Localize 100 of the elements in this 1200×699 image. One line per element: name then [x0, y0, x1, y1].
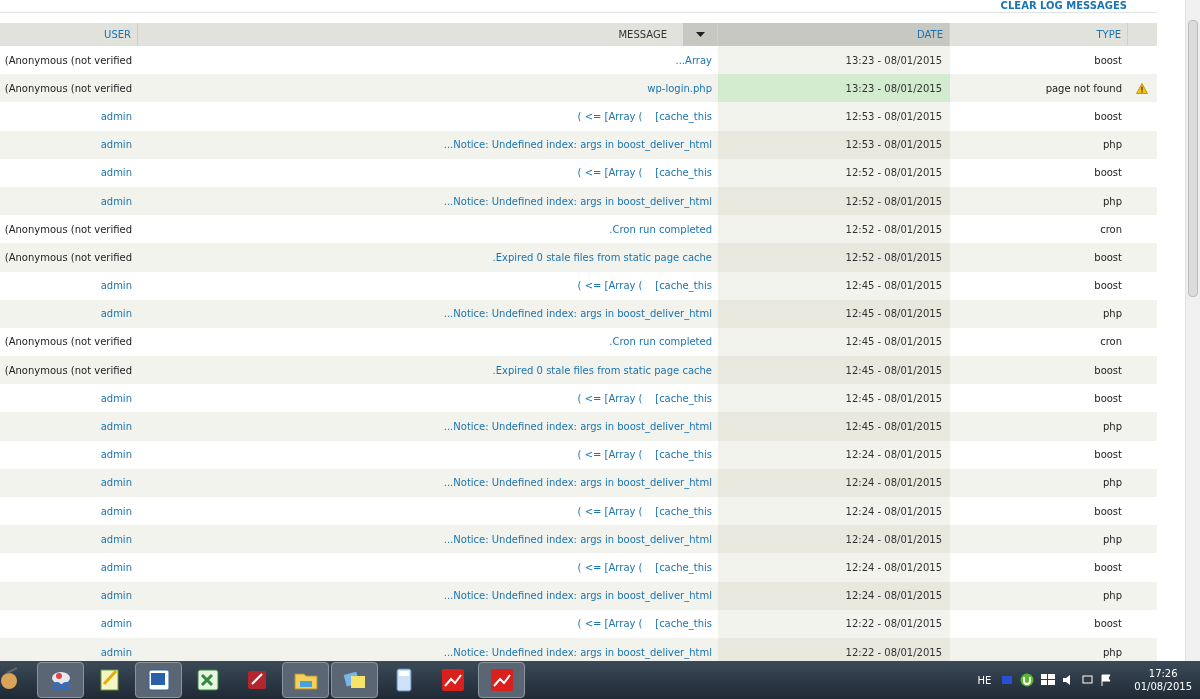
message-link[interactable]: ...Notice: Undefined index: args in boost_deliver_html: [443, 644, 712, 660]
date-text: 12:22 - 08/01/2015: [845, 617, 942, 632]
type-text: cron: [1100, 222, 1122, 237]
user-link[interactable]: admin: [100, 165, 132, 181]
type-text: boost: [1094, 448, 1122, 463]
message-link[interactable]: ( <= [Array ( [cache_this: [577, 559, 712, 575]
type-text: boost: [1094, 391, 1122, 406]
user-link[interactable]: admin: [100, 447, 132, 463]
date-text: 12:53 - 08/01/2015: [845, 109, 942, 124]
date-text: 12:52 - 08/01/2015: [845, 166, 942, 181]
date-text: 12:24 - 08/01/2015: [845, 476, 942, 491]
user-link[interactable]: admin: [100, 390, 132, 406]
date-text: 12:24 - 08/01/2015: [845, 589, 942, 604]
user-link[interactable]: admin: [100, 108, 132, 124]
spreadsheet-icon: [194, 667, 221, 693]
date-text: 12:53 - 08/01/2015: [845, 138, 942, 153]
taskbar-app-button[interactable]: [135, 662, 182, 698]
date-text: 12:45 - 08/01/2015: [845, 307, 942, 322]
user-link[interactable]: admin: [100, 503, 132, 519]
type-text: cron: [1100, 335, 1122, 350]
column-header[interactable]: DATE: [718, 23, 950, 46]
message-link[interactable]: ...Notice: Undefined index: args in boost_deliver_html: [443, 531, 712, 547]
scrollbar[interactable]: [1185, 0, 1200, 661]
message-link[interactable]: .Expired 0 stale files from static page cache: [492, 249, 712, 265]
message-link[interactable]: ...Notice: Undefined index: args in boost_deliver_html: [443, 137, 712, 153]
date-text: 12:24 - 08/01/2015: [845, 532, 942, 547]
message-link[interactable]: ...Notice: Undefined index: args in boost_deliver_html: [443, 588, 712, 604]
user-link[interactable]: admin: [100, 531, 132, 547]
date-text: 12:45 - 08/01/2015: [845, 391, 942, 406]
date-text: 12:52 - 08/01/2015: [845, 194, 942, 209]
date-text: 13:23 - 08/01/2015: [845, 81, 942, 96]
message-link[interactable]: ( <= [Array ( [cache_this: [577, 278, 712, 294]
user-link[interactable]: admin: [100, 616, 132, 632]
clear-log-messages-link[interactable]: CLEAR LOG MESSAGES: [1000, 0, 1127, 12]
user-link[interactable]: admin: [100, 419, 132, 435]
user-text: (Anonymous (not verified: [4, 53, 132, 68]
warning-icon: [1135, 82, 1148, 94]
type-text: boost: [1094, 363, 1122, 378]
type-text: php: [1102, 476, 1122, 491]
message-link[interactable]: ...Notice: Undefined index: args in boost_deliver_html: [443, 193, 712, 209]
message-link[interactable]: ( <= [Array ( [cache_this: [577, 390, 712, 406]
user-link[interactable]: admin: [100, 306, 132, 322]
type-text: php: [1102, 645, 1122, 660]
message-link[interactable]: wp-login.php: [647, 80, 712, 96]
message-link[interactable]: ( <= [Array ( [cache_this: [577, 616, 712, 632]
user-link[interactable]: admin: [100, 278, 132, 294]
message-link[interactable]: ...Notice: Undefined index: args in boost_deliver_html: [443, 419, 712, 435]
type-text: php: [1102, 589, 1122, 604]
clock-time[interactable]: 17:26: [1148, 667, 1178, 680]
type-text: php: [1102, 138, 1122, 153]
user-link[interactable]: admin: [100, 588, 132, 604]
type-text: boost: [1094, 617, 1122, 632]
date-text: 12:24 - 08/01/2015: [845, 504, 942, 519]
message-link[interactable]: ( <= [Array ( [cache_this: [577, 108, 712, 124]
date-text: 12:52 - 08/01/2015: [845, 250, 942, 265]
type-text: php: [1102, 532, 1122, 547]
type-text: boost: [1094, 279, 1122, 294]
user-link[interactable]: admin: [100, 644, 132, 660]
message-link[interactable]: ( <= [Array ( [cache_this: [577, 503, 712, 519]
date-text: 12:22 - 08/01/2015: [845, 645, 942, 660]
type-text: boost: [1094, 560, 1122, 575]
type-text: php: [1102, 307, 1122, 322]
type-text: boost: [1094, 166, 1122, 181]
message-link[interactable]: ...Notice: Undefined index: args in boost_deliver_html: [443, 306, 712, 322]
date-text: 12:52 - 08/01/2015: [845, 222, 942, 237]
date-text: 12:45 - 08/01/2015: [845, 363, 942, 378]
type-text: php: [1102, 194, 1122, 209]
type-text: php: [1102, 420, 1122, 435]
user-link[interactable]: admin: [100, 559, 132, 575]
tray-icons[interactable]: [1001, 673, 1113, 687]
sort-arrow-icon[interactable]: [695, 32, 705, 37]
type-text: boost: [1094, 109, 1122, 124]
message-link[interactable]: ...Notice: Undefined index: args in boost_deliver_html: [443, 475, 712, 491]
message-link[interactable]: .Expired 0 stale files from static page cache: [492, 362, 712, 378]
user-link[interactable]: admin: [100, 137, 132, 153]
user-text: (Anonymous (not verified: [4, 250, 132, 265]
message-link[interactable]: .Cron run completed: [609, 334, 712, 350]
user-text: (Anonymous (not verified: [4, 335, 132, 350]
type-text: page not found: [1045, 81, 1122, 96]
type-text: boost: [1094, 250, 1122, 265]
language-indicator[interactable]: HE: [977, 672, 992, 688]
type-text: boost: [1094, 53, 1122, 68]
user-text: (Anonymous (not verified: [4, 222, 132, 237]
message-link[interactable]: ( <= [Array ( [cache_this: [577, 165, 712, 181]
document-icon: [145, 667, 172, 693]
clock-date[interactable]: 01/08/2015: [1134, 680, 1192, 693]
date-text: 12:24 - 08/01/2015: [845, 448, 942, 463]
user-text: (Anonymous (not verified: [4, 81, 132, 96]
date-text: 13:23 - 08/01/2015: [845, 53, 942, 68]
date-text: 12:24 - 08/01/2015: [845, 560, 942, 575]
date-text: 12:45 - 08/01/2015: [845, 279, 942, 294]
message-link[interactable]: ...Array: [675, 52, 712, 68]
date-text: 12:45 - 08/01/2015: [845, 335, 942, 350]
type-text: boost: [1094, 504, 1122, 519]
user-link[interactable]: admin: [100, 193, 132, 209]
user-link[interactable]: admin: [100, 475, 132, 491]
message-link[interactable]: ( <= [Array ( [cache_this: [577, 447, 712, 463]
user-text: (Anonymous (not verified: [4, 363, 132, 378]
message-link[interactable]: .Cron run completed: [609, 221, 712, 237]
date-text: 12:45 - 08/01/2015: [845, 420, 942, 435]
